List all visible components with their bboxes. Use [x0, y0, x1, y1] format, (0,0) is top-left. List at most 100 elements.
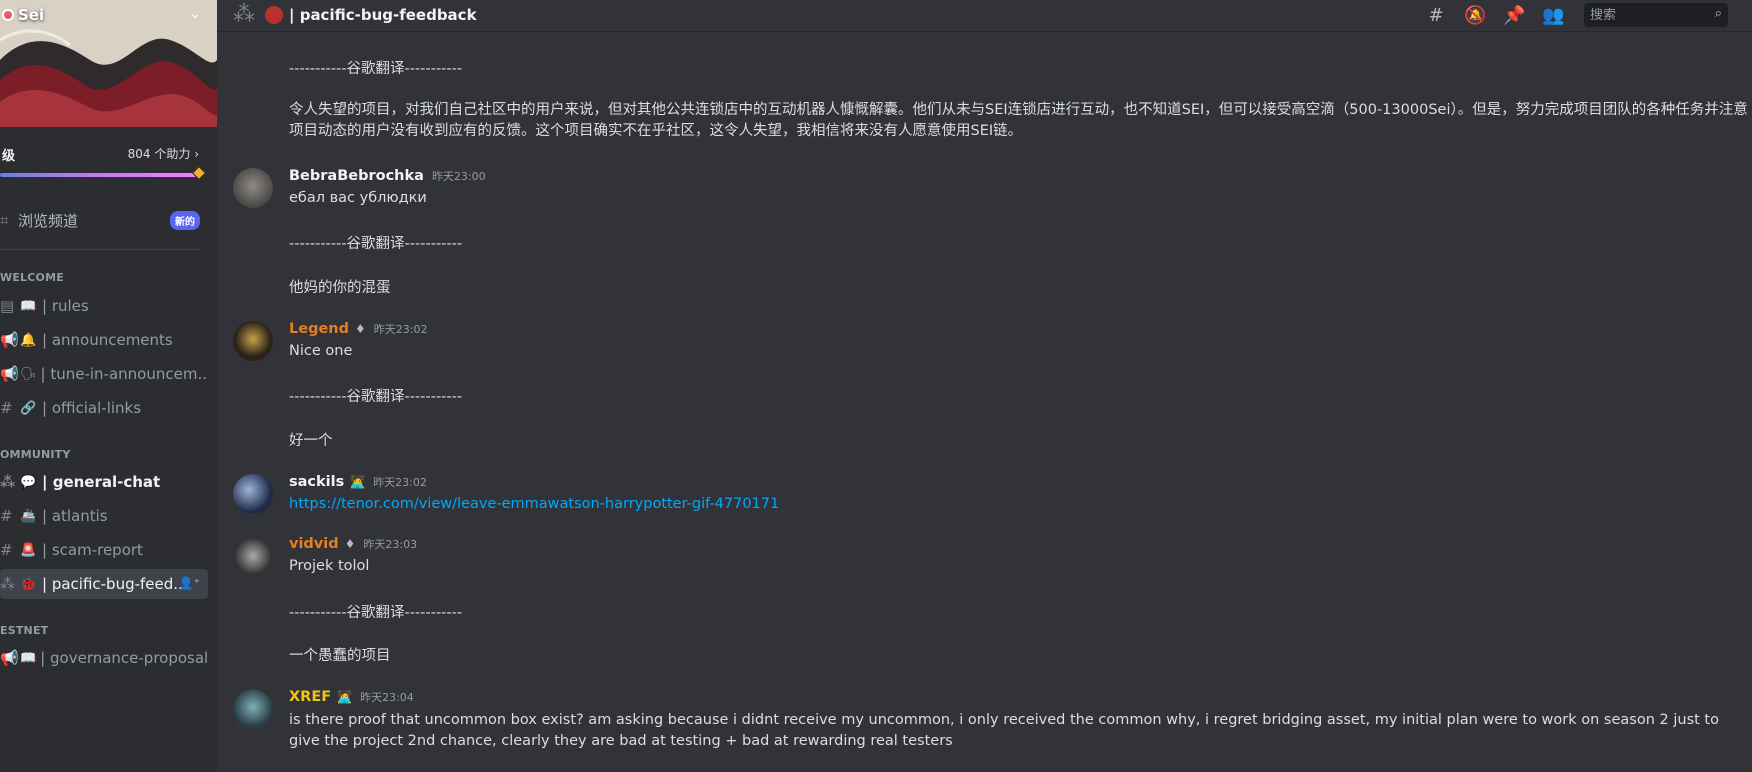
boost-level-label: 级: [2, 149, 16, 164]
hash-icon: #: [0, 399, 13, 417]
category-testnet[interactable]: ESTNET: [0, 624, 48, 637]
timestamp: 昨天23:00: [431, 170, 486, 183]
message-list: -----------谷歌翻译----------- 令人失望的项目，对我们自己…: [217, 33, 1752, 772]
server-sidebar: Sei ⌄ 级 804 个助力 › ⌗ 浏览频道 新的 WELCOME ▤ 📖 …: [0, 0, 217, 772]
threads-icon[interactable]: #: [1425, 5, 1447, 26]
search-input[interactable]: [1590, 6, 1700, 24]
channel-title: | pacific-bug-feedback: [289, 6, 477, 24]
sidebar-item-rules[interactable]: ▤ 📖 | rules: [0, 291, 208, 321]
divider: [0, 249, 200, 250]
message-link[interactable]: https://tenor.com/view/leave-emmawatson-…: [289, 496, 779, 512]
bug-emoji-icon: [265, 6, 283, 24]
announcement-channel-icon: 📢: [0, 331, 19, 349]
forum-channel-icon: ⁂: [0, 473, 16, 491]
pin-icon[interactable]: 📌: [1503, 5, 1525, 26]
server-name: Sei: [18, 6, 45, 24]
timestamp: 昨天23:04: [360, 691, 414, 704]
role-icon: ♦: [355, 322, 366, 336]
bug-emoji-icon: 🐞: [20, 576, 37, 592]
member-list-icon[interactable]: 👥: [1542, 5, 1564, 26]
avatar[interactable]: [233, 474, 273, 514]
sidebar-item-label: | scam-report: [42, 541, 143, 559]
message-header: BebraBebrochka 昨天23:00: [289, 168, 486, 184]
book-emoji-icon: 📖: [20, 298, 37, 314]
mute-bell-icon[interactable]: 🔕: [1464, 5, 1486, 26]
siren-emoji-icon: 🚨: [20, 542, 37, 558]
sidebar-item-scam-report[interactable]: # 🚨 | scam-report: [0, 535, 208, 565]
avatar[interactable]: [233, 168, 273, 208]
category-welcome[interactable]: WELCOME: [0, 271, 64, 284]
speech-bubble-emoji-icon: 💬: [20, 474, 37, 490]
developer-emoji-icon: 🧑‍💻: [350, 475, 366, 489]
username[interactable]: sackils: [289, 474, 344, 490]
message-header: sackils 🧑‍💻 昨天23:02: [289, 474, 427, 490]
sidebar-item-label: | announcements: [42, 331, 173, 349]
boost-progress-bar: [0, 173, 200, 177]
sidebar-item-tune-in-announcements[interactable]: 📢 🗣 | tune-in-announcem...: [0, 359, 208, 389]
hash-icon: #: [0, 507, 13, 525]
sidebar-item-official-links[interactable]: # 🔗 | official-links: [0, 393, 208, 423]
link-emoji-icon: 🔗: [20, 400, 37, 416]
announcement-channel-icon: 📢: [0, 649, 19, 667]
message-text: 好一个: [289, 433, 333, 449]
sidebar-item-governance-proposals[interactable]: 📢 📖 | governance-proposals: [0, 643, 208, 673]
avatar[interactable]: [233, 321, 273, 361]
username[interactable]: XREF: [289, 689, 331, 705]
message-text: -----------谷歌翻译-----------: [289, 389, 463, 405]
speaking-head-emoji-icon: 🗣: [20, 366, 37, 382]
message-text: Projek tolol: [289, 558, 370, 574]
message-text: -----------谷歌翻译-----------: [289, 605, 463, 621]
sidebar-item-label: | official-links: [42, 399, 142, 417]
sidebar-item-label: | atlantis: [42, 507, 108, 525]
sidebar-item-atlantis[interactable]: # 🚢 | atlantis: [0, 501, 208, 531]
message-header: XREF 🧑‍💻 昨天23:04: [289, 689, 414, 705]
category-community[interactable]: OMMUNITY: [0, 448, 71, 461]
message-text: Nice one: [289, 343, 353, 359]
bell-emoji-icon: 🔔: [20, 332, 37, 348]
timestamp: 昨天23:02: [373, 323, 428, 336]
add-user-icon[interactable]: 👤⁺: [179, 576, 200, 590]
message-text: -----------谷歌翻译-----------: [289, 236, 463, 252]
boost-count: 804 个助力 ›: [127, 147, 199, 161]
boost-level-icon: [191, 165, 207, 181]
search-icon[interactable]: ⌕: [1715, 6, 1722, 21]
browse-channels-label: 浏览频道: [18, 211, 79, 230]
username[interactable]: BebraBebrochka: [289, 168, 424, 184]
book-emoji-icon: 📖: [20, 650, 37, 666]
sidebar-item-label: | pacific-bug-feed...: [42, 575, 188, 593]
message-text: -----------谷歌翻译-----------: [289, 61, 463, 77]
server-icon: [2, 9, 14, 21]
sidebar-item-general-chat[interactable]: ⁂ 💬 | general-chat: [0, 467, 208, 497]
browse-channels-button[interactable]: ⌗ 浏览频道 新的: [0, 208, 210, 232]
boost-progress-row[interactable]: 级 804 个助力 ›: [0, 143, 217, 164]
new-badge: 新的: [170, 211, 200, 230]
search-box[interactable]: ⌕: [1584, 3, 1728, 27]
server-header[interactable]: Sei ⌄: [0, 4, 217, 26]
role-icon: ♦: [344, 537, 356, 551]
rules-channel-icon: ▤: [0, 297, 15, 315]
announcement-channel-icon: 📢: [0, 365, 19, 383]
username[interactable]: Legend: [289, 321, 349, 337]
message-text: 令人失望的项目，对我们自己社区中的用户来说，但对其他公共连锁店中的互动机器人慷慨…: [289, 102, 1748, 139]
browse-channels-icon: ⌗: [0, 211, 9, 229]
sidebar-item-label: | rules: [42, 297, 89, 315]
forum-channel-icon: ⁂: [233, 2, 255, 27]
avatar[interactable]: [233, 689, 273, 729]
timestamp: 昨天23:02: [373, 476, 427, 489]
message-header: vidvid ♦ 昨天23:03: [289, 536, 417, 552]
sidebar-item-pacific-bug-feedback[interactable]: ⁂ 🐞 | pacific-bug-feed... 👤⁺: [0, 569, 208, 599]
developer-emoji-icon: 🧑‍💻: [337, 690, 353, 704]
message-text: 他妈的你的混蛋: [289, 280, 391, 296]
avatar[interactable]: [233, 536, 273, 576]
sidebar-item-label: | tune-in-announcem...: [40, 365, 208, 383]
message-header: Legend ♦ 昨天23:02: [289, 321, 427, 337]
sidebar-item-label: | governance-proposals: [40, 649, 208, 667]
forum-channel-icon: ⁂: [0, 575, 15, 593]
username[interactable]: vidvid: [289, 536, 339, 552]
message-text: ебал вас ублюдки: [289, 190, 427, 206]
sidebar-item-announcements[interactable]: 📢 🔔 | announcements: [0, 325, 208, 355]
sidebar-item-label: | general-chat: [42, 473, 161, 491]
chevron-down-icon[interactable]: ⌄: [189, 6, 201, 22]
channel-header: ⁂ | pacific-bug-feedback # 🔕 📌 👥 ⌕: [217, 0, 1752, 32]
ship-emoji-icon: 🚢: [20, 508, 37, 524]
